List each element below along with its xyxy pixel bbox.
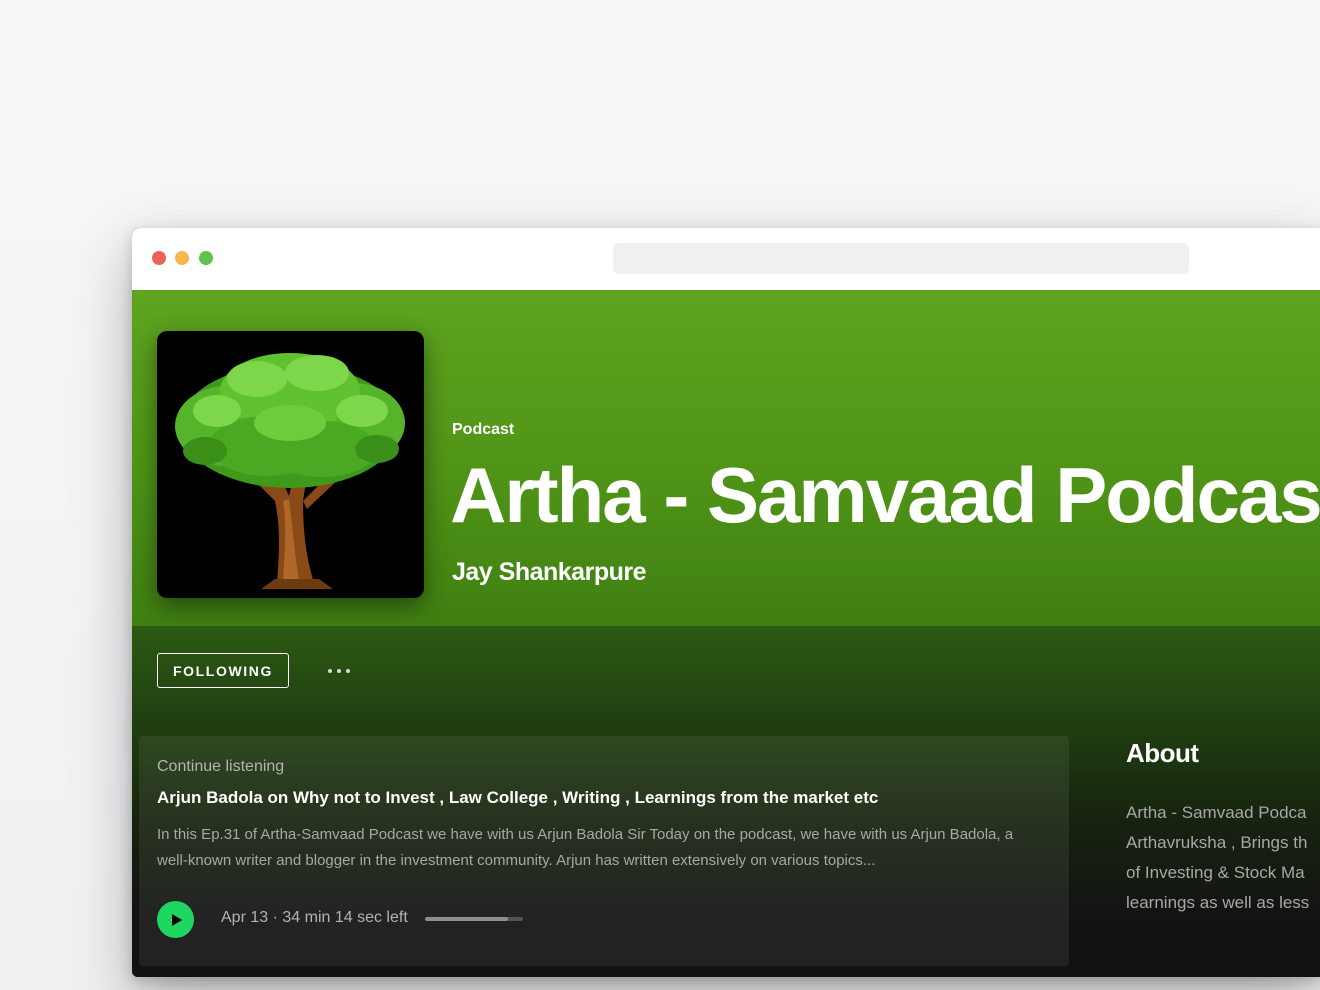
continue-listening-card[interactable]: Continue listening Arjun Badola on Why n… bbox=[139, 736, 1069, 966]
play-button[interactable] bbox=[157, 901, 194, 938]
maximize-window-button[interactable] bbox=[199, 251, 213, 265]
episode-description: In this Ep.31 of Artha-Samvaad Podcast w… bbox=[157, 826, 1014, 869]
close-window-button[interactable] bbox=[152, 251, 166, 265]
tree-icon bbox=[175, 353, 405, 589]
podcast-author[interactable]: Jay Shankarpure bbox=[452, 558, 647, 587]
episode-progress-fill bbox=[425, 917, 509, 921]
podcast-header: Podcast Artha - Samvaad Podcast Jay Shan… bbox=[132, 290, 1320, 626]
address-bar[interactable] bbox=[613, 243, 1189, 274]
episode-date: Apr 13 bbox=[221, 909, 269, 926]
podcast-content: FOLLOWING Continue listening Arjun Badol… bbox=[132, 626, 1320, 977]
episode-progress-bar bbox=[425, 917, 523, 921]
more-dot bbox=[328, 669, 332, 673]
play-icon bbox=[171, 913, 182, 926]
about-text: Artha - Samvaad Podca Arthavruksha , Bri… bbox=[1126, 803, 1310, 912]
content-type-label: Podcast bbox=[452, 421, 515, 438]
window-titlebar bbox=[132, 228, 1320, 291]
podcast-title: Artha - Samvaad Podcast bbox=[450, 451, 1320, 539]
continue-listening-label: Continue listening bbox=[157, 758, 285, 775]
about-heading: About bbox=[1126, 738, 1199, 768]
podcast-cover-art bbox=[157, 331, 424, 598]
episode-title[interactable]: Arjun Badola on Why not to Invest , Law … bbox=[157, 788, 878, 808]
following-button[interactable]: FOLLOWING bbox=[157, 653, 289, 688]
episode-time-left: 34 min 14 sec left bbox=[282, 909, 408, 926]
minimize-window-button[interactable] bbox=[175, 251, 189, 265]
more-dot bbox=[346, 669, 350, 673]
episode-meta: Apr 13 · 34 min 14 sec left bbox=[221, 909, 408, 927]
more-dot bbox=[337, 669, 341, 673]
meta-separator: · bbox=[272, 909, 278, 926]
more-options-icon[interactable] bbox=[328, 664, 350, 678]
browser-window: Podcast Artha - Samvaad Podcast Jay Shan… bbox=[132, 228, 1320, 977]
